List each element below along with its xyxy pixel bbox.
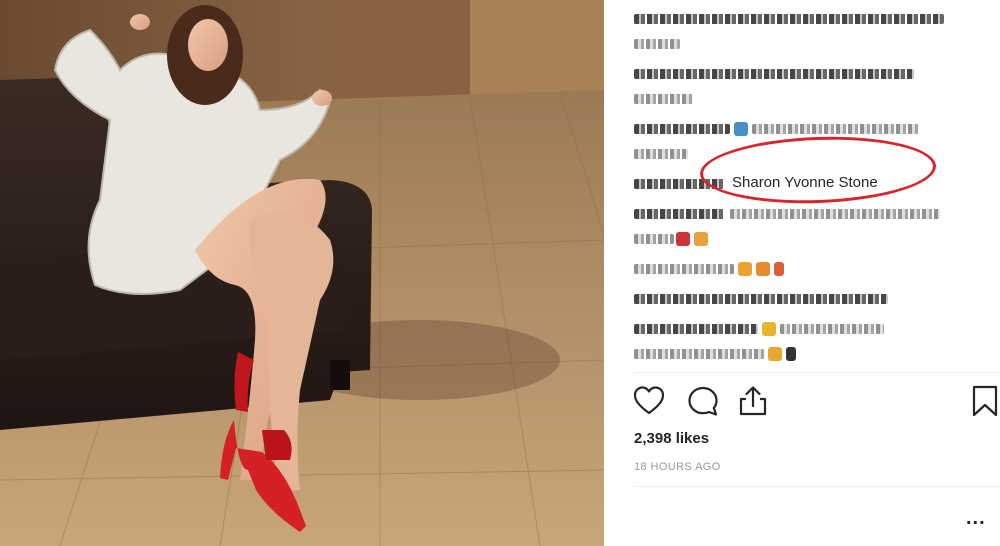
blurred-comment-text [780, 324, 884, 334]
blurred-emoji [738, 262, 752, 276]
blurred-comment-text [634, 324, 758, 334]
heart-icon[interactable] [632, 384, 666, 418]
bookmark-icon[interactable] [968, 384, 1000, 418]
post-side-panel: Sharon Yvonne Stone 2,398 likes 18 HOURS… [604, 0, 1000, 546]
comment-line [634, 258, 964, 280]
blurred-emoji [786, 347, 796, 361]
comment-line [634, 8, 964, 30]
divider [634, 372, 1000, 373]
blurred-emoji [676, 232, 690, 246]
blurred-comment-text [634, 94, 694, 104]
comment-line [634, 63, 964, 85]
blurred-emoji [694, 232, 708, 246]
blurred-comment-text [730, 209, 940, 219]
comment-line [634, 318, 964, 340]
blurred-comment-text [634, 69, 914, 79]
share-upload-icon[interactable] [736, 384, 770, 418]
photo-illustration [0, 0, 604, 546]
comment-line [634, 288, 964, 310]
comment-line [634, 343, 964, 365]
blurred-comment-text [634, 149, 688, 159]
blurred-comment-text [634, 14, 944, 24]
post-timestamp[interactable]: 18 HOURS AGO [634, 461, 721, 473]
post-photo [0, 0, 604, 546]
comment-line [634, 203, 964, 225]
more-options-icon[interactable]: ... [966, 508, 986, 528]
likes-count[interactable]: 2,398 likes [634, 430, 709, 447]
blurred-comment-text [634, 264, 734, 274]
blurred-emoji [774, 262, 784, 276]
blurred-comment-text [634, 209, 724, 219]
blurred-comment-text [634, 349, 764, 359]
divider [634, 486, 1000, 487]
blurred-comment-text [634, 124, 730, 134]
comment-line [634, 88, 964, 110]
blurred-comment-text [752, 124, 920, 134]
blurred-comment-text [634, 39, 680, 49]
blurred-emoji [734, 122, 748, 136]
blurred-emoji [756, 262, 770, 276]
comment-line [634, 118, 964, 140]
action-bar [632, 384, 1000, 420]
comment-bubble-icon[interactable] [686, 384, 720, 418]
blurred-emoji [768, 347, 782, 361]
blurred-comment-text [634, 234, 674, 244]
blurred-emoji [762, 322, 776, 336]
comment-line [634, 228, 964, 250]
comment-line [634, 33, 964, 55]
blurred-comment-text [634, 294, 888, 304]
